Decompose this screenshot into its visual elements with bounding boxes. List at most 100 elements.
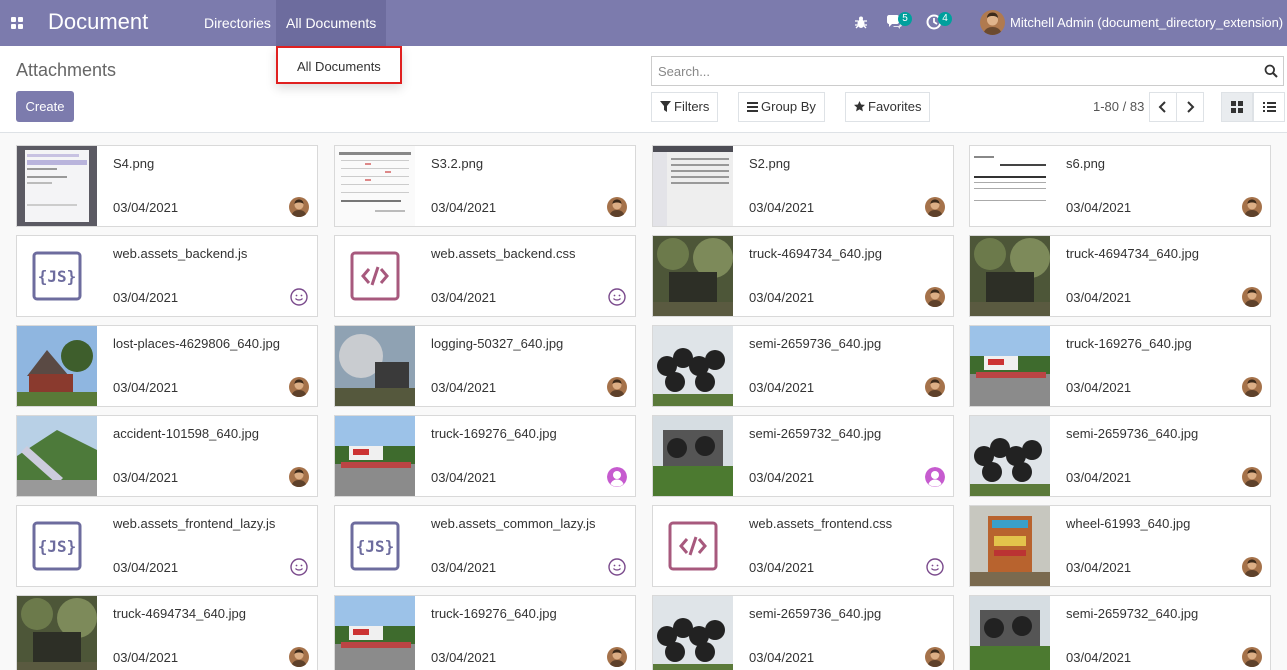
attachment-thumbnail[interactable]: {JS} xyxy=(335,506,415,586)
attachment-name[interactable]: truck-4694734_640.jpg xyxy=(1066,246,1199,261)
user-name[interactable]: Mitchell Admin (document_directory_exten… xyxy=(1010,15,1283,30)
attachment-thumbnail[interactable] xyxy=(335,236,415,316)
attachment-thumbnail[interactable] xyxy=(335,596,415,670)
attachment-card[interactable]: truck-169276_640.jpg 03/04/2021 xyxy=(334,595,636,670)
attachment-name[interactable]: semi-2659732_640.jpg xyxy=(1066,606,1198,621)
attachment-card[interactable]: logging-50327_640.jpg 03/04/2021 xyxy=(334,325,636,407)
attachment-card[interactable]: semi-2659736_640.jpg 03/04/2021 xyxy=(652,325,954,407)
attachment-card[interactable]: accident-101598_640.jpg 03/04/2021 xyxy=(16,415,318,497)
attachment-thumbnail[interactable] xyxy=(17,596,97,670)
attachment-card[interactable]: semi-2659732_640.jpg 03/04/2021 xyxy=(969,595,1271,670)
favorites-label: Favorites xyxy=(868,99,922,114)
chevron-left-icon xyxy=(1158,101,1166,113)
attachment-thumbnail[interactable] xyxy=(17,326,97,406)
attachment-name[interactable]: web.assets_frontend.css xyxy=(749,516,892,531)
attachment-card[interactable]: S4.png 03/04/2021 xyxy=(16,145,318,227)
list-view-button[interactable] xyxy=(1253,92,1285,122)
attachment-card[interactable]: truck-169276_640.jpg 03/04/2021 xyxy=(334,415,636,497)
attachment-date: 03/04/2021 xyxy=(113,290,179,305)
attachment-card[interactable]: web.assets_frontend.css 03/04/2021 xyxy=(652,505,954,587)
attachment-date: 03/04/2021 xyxy=(1066,200,1132,215)
dropdown-item-all-documents[interactable]: All Documents xyxy=(297,59,381,74)
attachment-name[interactable]: web.assets_frontend_lazy.js xyxy=(113,516,275,531)
attachment-name[interactable]: web.assets_backend.js xyxy=(113,246,247,261)
pager-value[interactable]: 1-80 / 83 xyxy=(1093,99,1144,114)
attachment-card[interactable]: wheel-61993_640.jpg 03/04/2021 xyxy=(969,505,1271,587)
attachment-thumbnail[interactable] xyxy=(335,326,415,406)
favorites-button[interactable]: Favorites xyxy=(845,92,931,122)
apps-menu-icon[interactable] xyxy=(11,17,23,29)
attachment-card[interactable]: s6.png 03/04/2021 xyxy=(969,145,1271,227)
attachment-name[interactable]: truck-169276_640.jpg xyxy=(431,606,557,621)
attachment-thumbnail[interactable] xyxy=(335,146,415,226)
attachment-thumbnail[interactable] xyxy=(970,596,1050,670)
menu-directories[interactable]: Directories xyxy=(194,0,281,46)
attachment-thumbnail[interactable] xyxy=(653,416,733,496)
user-avatar[interactable] xyxy=(980,10,1005,35)
attachment-thumbnail[interactable] xyxy=(653,326,733,406)
attachment-card[interactable]: truck-169276_640.jpg 03/04/2021 xyxy=(969,325,1271,407)
attachment-card[interactable]: {JS} web.assets_frontend_lazy.js 03/04/202… xyxy=(16,505,318,587)
attachment-name[interactable]: S2.png xyxy=(749,156,790,171)
attachment-name[interactable]: s6.png xyxy=(1066,156,1105,171)
attachment-name[interactable]: accident-101598_640.jpg xyxy=(113,426,259,441)
attachment-name[interactable]: semi-2659732_640.jpg xyxy=(749,426,881,441)
attachment-thumbnail[interactable] xyxy=(17,146,97,226)
attachment-name[interactable]: S4.png xyxy=(113,156,154,171)
attachment-name[interactable]: truck-4694734_640.jpg xyxy=(113,606,246,621)
attachment-date: 03/04/2021 xyxy=(1066,650,1132,665)
attachment-name[interactable]: truck-169276_640.jpg xyxy=(431,426,557,441)
attachment-thumbnail[interactable] xyxy=(17,416,97,496)
owner-avatar-icon xyxy=(289,557,309,577)
menu-all-documents[interactable]: All Documents xyxy=(276,0,387,46)
attachment-card[interactable]: semi-2659736_640.jpg 03/04/2021 xyxy=(652,595,954,670)
attachment-thumbnail[interactable] xyxy=(653,596,733,670)
attachment-card[interactable]: truck-4694734_640.jpg 03/04/2021 xyxy=(969,235,1271,317)
attachment-card[interactable]: S2.png 03/04/2021 xyxy=(652,145,954,227)
attachment-name[interactable]: semi-2659736_640.jpg xyxy=(749,336,881,351)
owner-avatar-icon xyxy=(925,467,945,487)
attachment-name[interactable]: semi-2659736_640.jpg xyxy=(1066,426,1198,441)
attachment-name[interactable]: web.assets_common_lazy.js xyxy=(431,516,596,531)
attachment-thumbnail[interactable] xyxy=(335,416,415,496)
attachment-card[interactable]: semi-2659736_640.jpg 03/04/2021 xyxy=(969,415,1271,497)
attachment-thumbnail[interactable] xyxy=(653,146,733,226)
attachment-thumbnail[interactable] xyxy=(970,326,1050,406)
attachment-card[interactable]: {JS} web.assets_backend.js 03/04/2021 xyxy=(16,235,318,317)
attachment-name[interactable]: wheel-61993_640.jpg xyxy=(1066,516,1190,531)
owner-avatar-icon xyxy=(1242,197,1262,217)
owner-avatar-icon xyxy=(925,377,945,397)
search-input[interactable] xyxy=(652,57,1242,85)
attachment-thumbnail[interactable] xyxy=(970,416,1050,496)
attachment-thumbnail[interactable]: {JS} xyxy=(17,236,97,316)
attachment-thumbnail[interactable] xyxy=(970,236,1050,316)
attachment-card[interactable]: S3.2.png 03/04/2021 xyxy=(334,145,636,227)
attachment-thumbnail[interactable] xyxy=(653,506,733,586)
attachment-card[interactable]: truck-4694734_640.jpg 03/04/2021 xyxy=(652,235,954,317)
attachment-name[interactable]: S3.2.png xyxy=(431,156,483,171)
groupby-button[interactable]: Group By xyxy=(738,92,825,122)
search-icon[interactable] xyxy=(1264,64,1278,78)
search-box xyxy=(651,56,1284,86)
kanban-view-button[interactable] xyxy=(1221,92,1253,122)
attachment-name[interactable]: semi-2659736_640.jpg xyxy=(749,606,881,621)
attachment-thumbnail[interactable] xyxy=(970,146,1050,226)
attachment-name[interactable]: logging-50327_640.jpg xyxy=(431,336,563,351)
attachment-name[interactable]: web.assets_backend.css xyxy=(431,246,576,261)
filters-button[interactable]: Filters xyxy=(651,92,719,122)
bug-icon[interactable] xyxy=(853,14,869,30)
pager-next-button[interactable] xyxy=(1176,92,1204,122)
attachment-card[interactable]: web.assets_backend.css 03/04/2021 xyxy=(334,235,636,317)
pager-previous-button[interactable] xyxy=(1149,92,1177,122)
attachment-thumbnail[interactable] xyxy=(653,236,733,316)
attachment-name[interactable]: truck-169276_640.jpg xyxy=(1066,336,1192,351)
attachment-thumbnail[interactable]: {JS} xyxy=(17,506,97,586)
attachment-thumbnail[interactable] xyxy=(970,506,1050,586)
attachment-name[interactable]: truck-4694734_640.jpg xyxy=(749,246,882,261)
attachment-card[interactable]: truck-4694734_640.jpg 03/04/2021 xyxy=(16,595,318,670)
create-button[interactable]: Create xyxy=(16,91,74,122)
attachment-card[interactable]: semi-2659732_640.jpg 03/04/2021 xyxy=(652,415,954,497)
attachment-name[interactable]: lost-places-4629806_640.jpg xyxy=(113,336,280,351)
attachment-card[interactable]: {JS} web.assets_common_lazy.js 03/04/2021 xyxy=(334,505,636,587)
attachment-card[interactable]: lost-places-4629806_640.jpg 03/04/2021 xyxy=(16,325,318,407)
